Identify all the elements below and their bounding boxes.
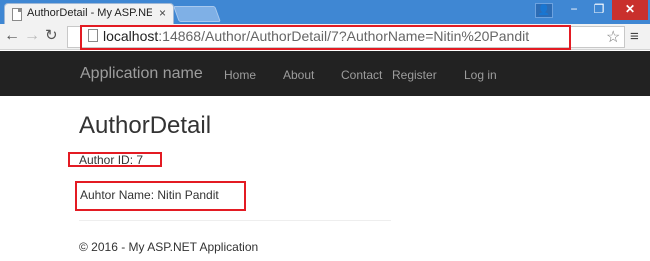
brand-link[interactable]: Application name <box>80 65 203 83</box>
minimize-icon[interactable]: − <box>563 0 585 20</box>
author-id-highlight-box <box>68 152 162 167</box>
forward-arrow-icon[interactable]: → <box>24 27 40 45</box>
tab-title: AuthorDetail - My ASP.NE <box>27 7 152 19</box>
close-window-icon[interactable]: ✕ <box>612 0 648 20</box>
nav-link-register[interactable]: Register <box>392 68 437 82</box>
page-favicon-icon <box>12 8 22 21</box>
footer-text: © 2016 - My ASP.NET Application <box>79 240 259 254</box>
reload-icon[interactable]: ↻ <box>45 27 58 45</box>
site-navbar: Application name Home About Contact Regi… <box>0 51 650 96</box>
nav-link-contact[interactable]: Contact <box>341 68 382 82</box>
author-name-highlight-box <box>75 181 246 211</box>
page-title: AuthorDetail <box>79 112 212 139</box>
user-profile-icon[interactable]: 👤 <box>535 3 553 18</box>
nav-link-home[interactable]: Home <box>224 68 256 82</box>
browser-title-bar: AuthorDetail - My ASP.NE × 👤 − ❐ ✕ <box>0 0 650 24</box>
footer-divider <box>79 220 391 221</box>
menu-icon[interactable]: ≡ <box>630 28 639 45</box>
bookmark-star-icon[interactable]: ☆ <box>606 27 620 47</box>
nav-link-about[interactable]: About <box>283 68 314 82</box>
tab-close-icon[interactable]: × <box>159 6 166 20</box>
nav-link-login[interactable]: Log in <box>464 68 497 82</box>
url-highlight-box <box>80 25 571 50</box>
maximize-icon[interactable]: ❐ <box>588 0 610 20</box>
browser-tab[interactable]: AuthorDetail - My ASP.NE × <box>4 3 174 24</box>
back-arrow-icon[interactable]: ← <box>4 27 20 45</box>
new-tab-button[interactable] <box>173 6 221 22</box>
